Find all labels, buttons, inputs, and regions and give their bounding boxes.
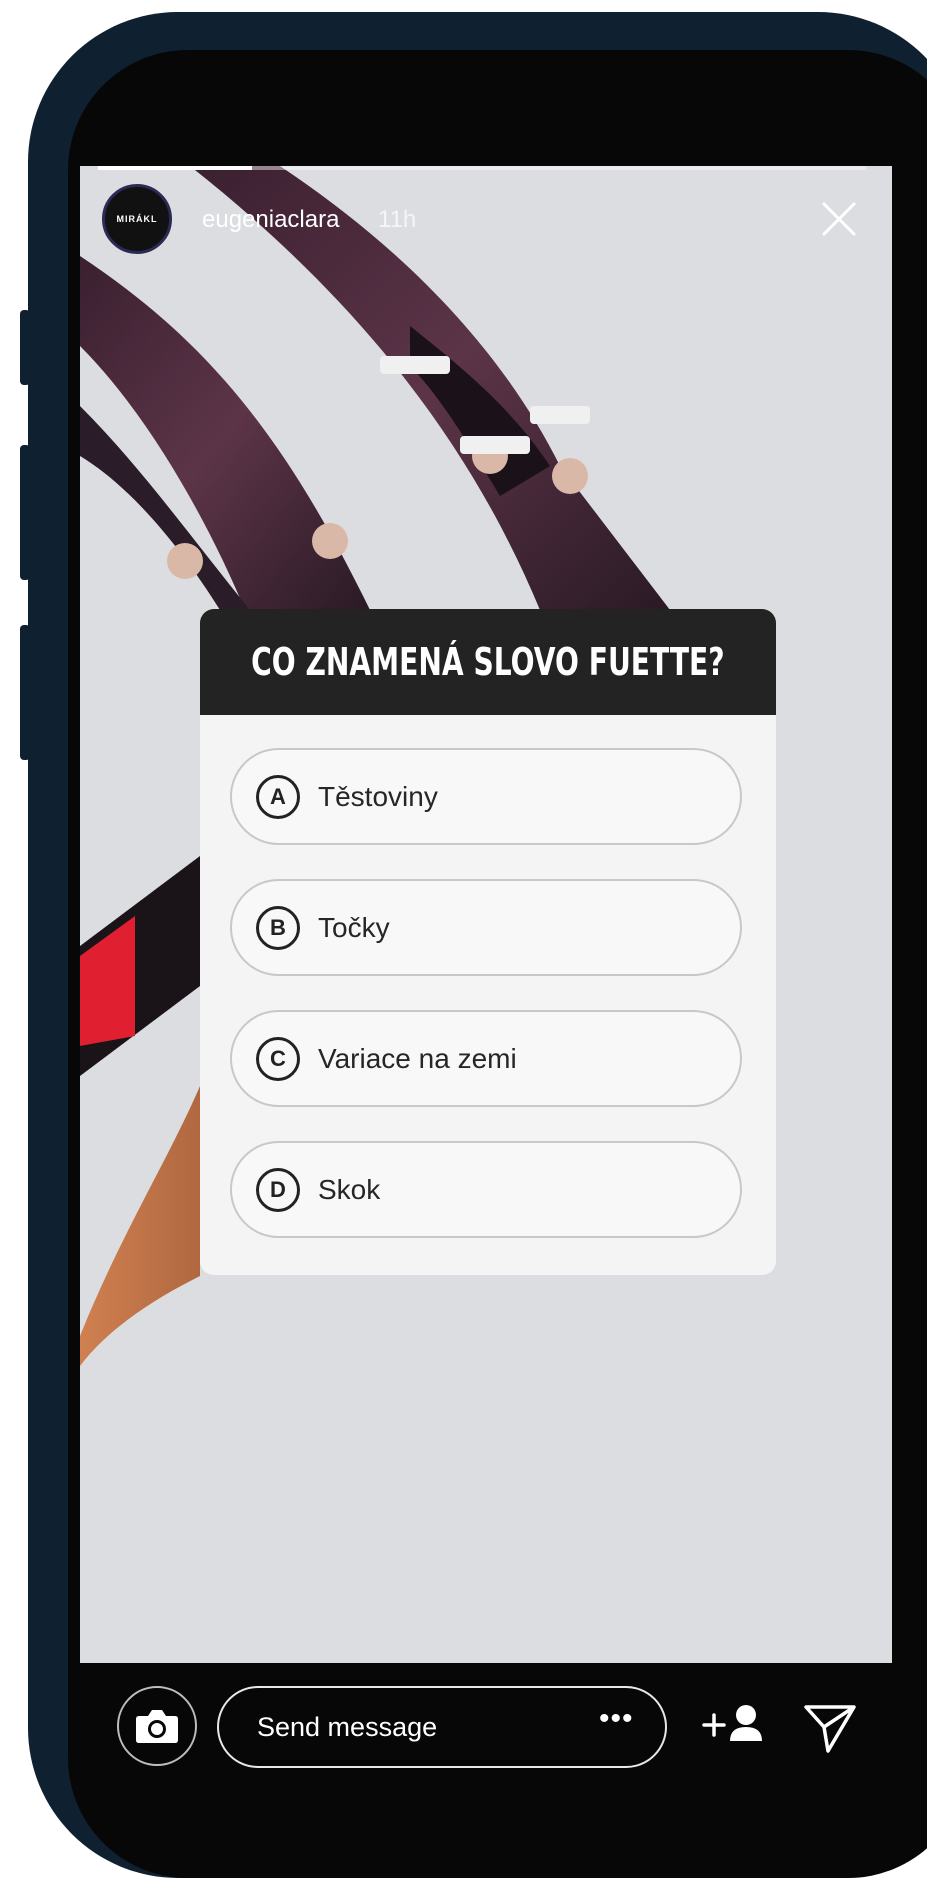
option-letter-d: D bbox=[256, 1167, 300, 1212]
quiz-option-b[interactable]: B Točky bbox=[230, 879, 742, 976]
camera-button[interactable] bbox=[117, 1686, 197, 1766]
send-icon[interactable] bbox=[802, 1699, 858, 1755]
side-button-mute bbox=[20, 310, 30, 385]
add-person-icon[interactable] bbox=[702, 1699, 764, 1749]
story-reply-bar: Send message ••• bbox=[80, 1663, 892, 1803]
option-text-a: Těstoviny bbox=[318, 780, 438, 812]
camera-icon bbox=[136, 1710, 178, 1743]
quiz-header: CO ZNAMENÁ SLOVO FUETTE? bbox=[200, 609, 776, 715]
story-username[interactable]: eugeniaclara bbox=[202, 206, 339, 234]
story-timestamp: 11h bbox=[378, 206, 417, 233]
option-text-b: Točky bbox=[318, 911, 390, 943]
quiz-question: CO ZNAMENÁ SLOVO FUETTE? bbox=[251, 640, 725, 684]
close-icon[interactable] bbox=[820, 200, 858, 238]
option-letter-b: B bbox=[256, 905, 300, 950]
send-message-input[interactable]: Send message ••• bbox=[217, 1686, 667, 1768]
quiz-sticker: CO ZNAMENÁ SLOVO FUETTE? A Těstoviny B T… bbox=[200, 609, 776, 1275]
message-placeholder: Send message bbox=[257, 1712, 438, 1742]
side-button-volume-down bbox=[20, 625, 30, 760]
quiz-option-c[interactable]: C Variace na zemi bbox=[230, 1010, 742, 1107]
option-text-c: Variace na zemi bbox=[318, 1042, 517, 1074]
story-screen[interactable]: MIRÁKL eugeniaclara 11h CO ZNAMENÁ SLOVO… bbox=[80, 166, 892, 1663]
avatar[interactable]: MIRÁKL bbox=[102, 184, 172, 254]
story-progress-bar bbox=[98, 166, 866, 170]
quiz-option-a[interactable]: A Těstoviny bbox=[230, 748, 742, 845]
story-progress-fill bbox=[98, 166, 252, 170]
option-letter-c: C bbox=[256, 1036, 300, 1081]
option-text-d: Skok bbox=[318, 1173, 381, 1205]
more-options-icon[interactable]: ••• bbox=[599, 1702, 634, 1736]
avatar-logo-text: MIRÁKL bbox=[116, 214, 158, 224]
quiz-option-d[interactable]: D Skok bbox=[230, 1141, 742, 1238]
side-button-volume-up bbox=[20, 445, 30, 580]
option-letter-a: A bbox=[256, 774, 300, 819]
